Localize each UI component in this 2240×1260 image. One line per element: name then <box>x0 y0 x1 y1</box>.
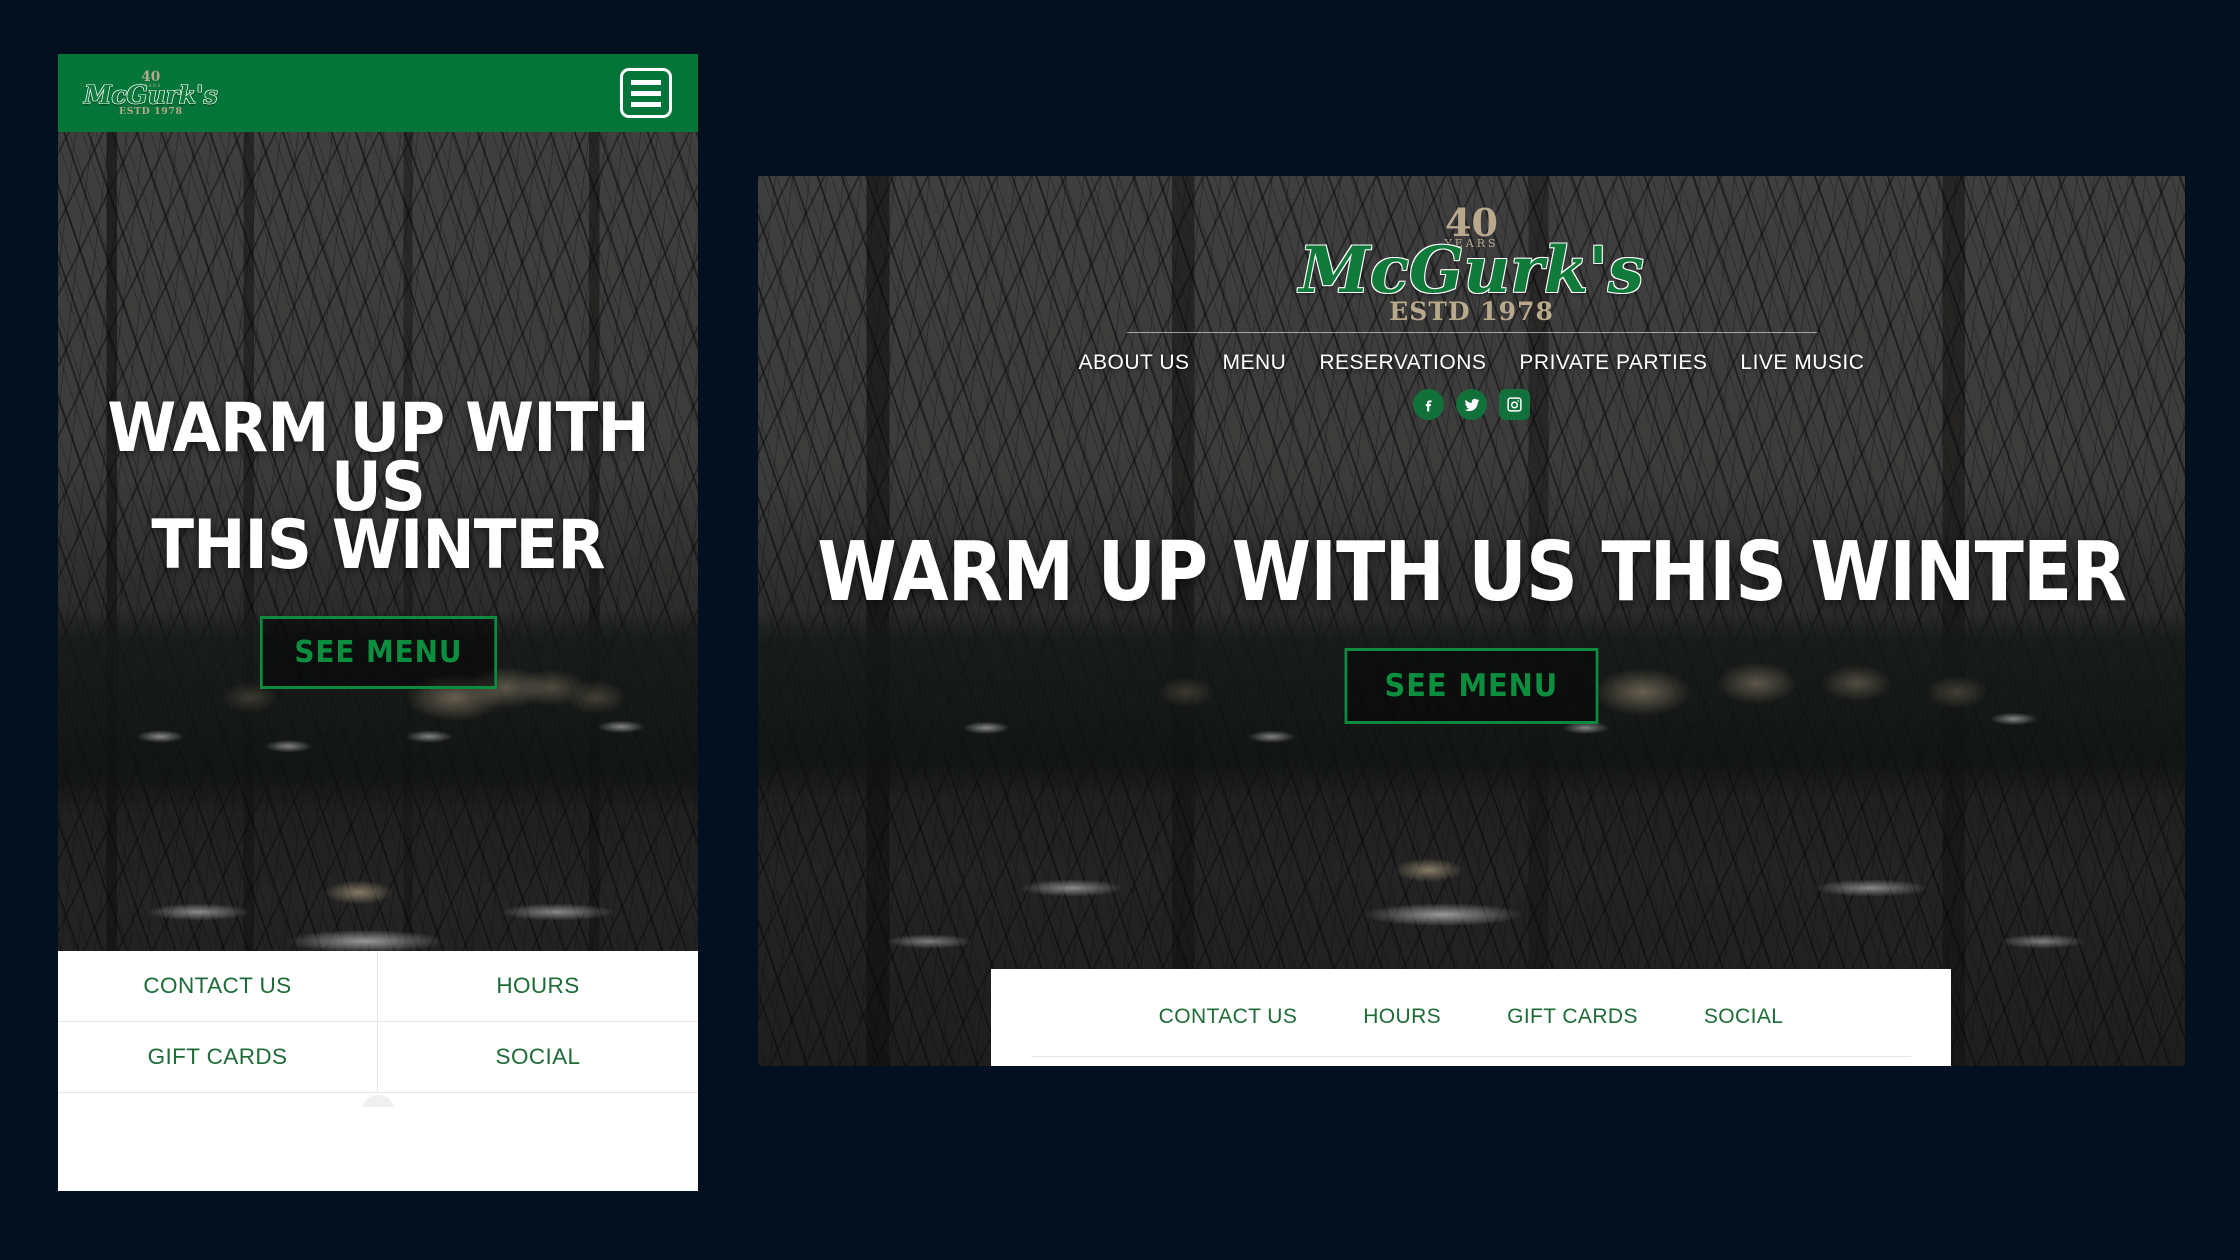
desktop-quick-links-bar: CONTACT US HOURS GIFT CARDS SOCIAL <box>991 969 1951 1066</box>
mobile-footer-strip <box>58 1093 698 1107</box>
desktop-nav: ABOUT US MENU RESERVATIONS PRIVATE PARTI… <box>1079 351 1865 375</box>
logo-brand-name: McGurk's <box>84 80 218 110</box>
nav-item-menu[interactable]: MENU <box>1223 351 1287 375</box>
hamburger-bar <box>631 79 661 85</box>
hamburger-icon[interactable] <box>620 68 672 118</box>
desktop-logo[interactable]: 40 YEARS McGurk's ESTD 1978 <box>1299 204 1644 325</box>
logo-brand-name: McGurk's <box>1299 233 1644 308</box>
nav-item-live-music[interactable]: LIVE MUSIC <box>1740 351 1864 375</box>
mobile-quick-links: CONTACT US HOURS GIFT CARDS SOCIAL <box>58 951 698 1107</box>
quick-link-hours[interactable]: HOURS <box>1363 1005 1441 1029</box>
mobile-quick-link-gift-cards[interactable]: GIFT CARDS <box>58 1022 378 1093</box>
desktop-hero: 40 YEARS McGurk's ESTD 1978 ABOUT US MEN… <box>758 176 2185 1066</box>
quick-link-gift-cards[interactable]: GIFT CARDS <box>1507 1005 1638 1029</box>
nav-divider <box>1126 332 1817 333</box>
quick-links-divider <box>1031 1056 1911 1057</box>
mobile-hero: WARM UP WITH US THIS WINTER SEE MENU CON… <box>58 132 698 1107</box>
mobile-quick-link-contact-us[interactable]: CONTACT US <box>58 951 378 1022</box>
mobile-preview-panel: 40 YEARS McGurk's ESTD 1978 WARM UP WITH… <box>58 54 698 1191</box>
hamburger-bar <box>631 101 661 107</box>
instagram-icon[interactable] <box>1499 389 1530 420</box>
nav-item-reservations[interactable]: RESERVATIONS <box>1319 351 1486 375</box>
desktop-hero-headline: WARM UP WITH US THIS WINTER <box>817 525 2127 620</box>
nav-item-private-parties[interactable]: PRIVATE PARTIES <box>1519 351 1707 375</box>
mobile-header: 40 YEARS McGurk's ESTD 1978 <box>58 54 698 132</box>
mobile-quick-link-social[interactable]: SOCIAL <box>378 1022 698 1093</box>
mobile-hero-headline: WARM UP WITH US THIS WINTER <box>107 389 649 586</box>
mobile-see-menu-button[interactable]: SEE MENU <box>259 615 497 689</box>
desktop-hero-content: WARM UP WITH US THIS WINTER SEE MENU <box>758 525 2185 724</box>
facebook-icon[interactable] <box>1413 389 1444 420</box>
desktop-preview-panel: 40 YEARS McGurk's ESTD 1978 ABOUT US MEN… <box>758 176 2185 1066</box>
twitter-icon[interactable] <box>1456 389 1487 420</box>
quick-link-social[interactable]: SOCIAL <box>1704 1005 1783 1029</box>
desktop-header: 40 YEARS McGurk's ESTD 1978 ABOUT US MEN… <box>758 176 2185 420</box>
mobile-logo[interactable]: 40 YEARS McGurk's ESTD 1978 <box>84 70 218 116</box>
nav-item-about-us[interactable]: ABOUT US <box>1079 351 1190 375</box>
social-links <box>1413 389 1530 420</box>
hamburger-bar <box>631 90 661 96</box>
desktop-see-menu-button[interactable]: SEE MENU <box>1344 647 1599 724</box>
desktop-quick-links: CONTACT US HOURS GIFT CARDS SOCIAL <box>1159 1005 1784 1029</box>
quick-link-contact-us[interactable]: CONTACT US <box>1159 1005 1298 1029</box>
mobile-quick-link-hours[interactable]: HOURS <box>378 951 698 1022</box>
